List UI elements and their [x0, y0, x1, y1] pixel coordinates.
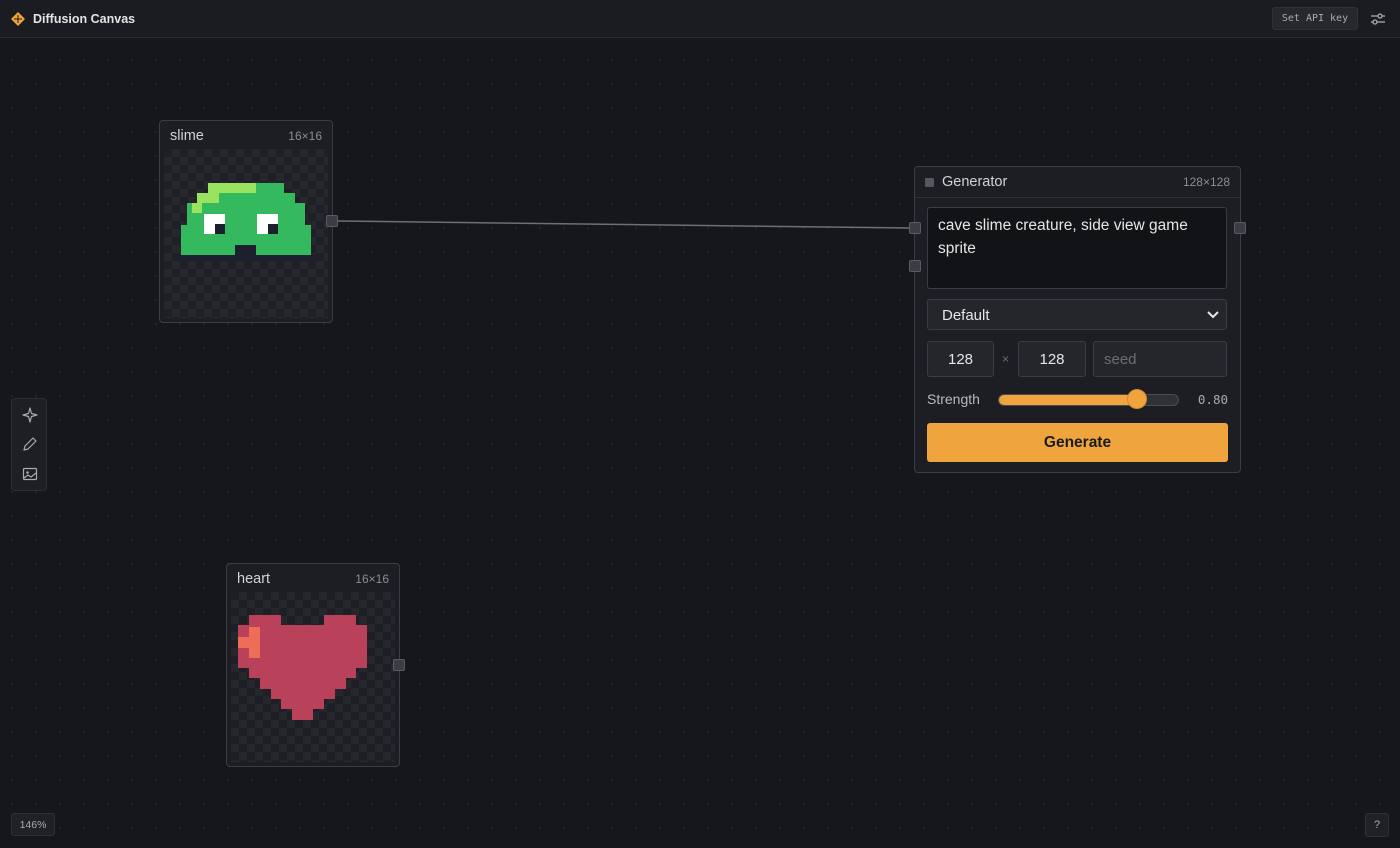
slime-sprite: [177, 183, 317, 261]
strength-slider-fill: [999, 395, 1144, 405]
image-input-port[interactable]: [909, 260, 921, 272]
node-type-icon: [925, 178, 934, 187]
node-size: 16×16: [288, 129, 322, 143]
sliders-icon[interactable]: [1369, 10, 1387, 28]
output-port[interactable]: [393, 659, 405, 671]
strength-slider[interactable]: [998, 394, 1179, 406]
model-select[interactable]: Default: [927, 299, 1227, 330]
node-size: 128×128: [1182, 175, 1230, 189]
seed-input[interactable]: seed: [1093, 341, 1227, 377]
width-input[interactable]: 128: [927, 341, 994, 377]
generator-node[interactable]: Generator 128×128 cave slime creature, s…: [914, 166, 1241, 473]
node-title: Generator: [942, 174, 1008, 190]
prompt-input-port[interactable]: [909, 222, 921, 234]
generate-button[interactable]: Generate: [927, 423, 1228, 462]
output-port[interactable]: [326, 215, 338, 227]
sparkle-icon[interactable]: [21, 406, 39, 424]
top-bar: Diffusion Canvas Set API key: [0, 0, 1400, 38]
heart-sprite: [238, 615, 367, 720]
help-button[interactable]: ?: [1365, 813, 1389, 837]
pencil-icon[interactable]: [21, 435, 39, 453]
sprite-canvas: [231, 592, 395, 762]
model-select-value: Default: [942, 307, 990, 324]
sprite-canvas: [164, 149, 328, 318]
node-size: 16×16: [355, 572, 389, 586]
strength-slider-thumb[interactable]: [1126, 389, 1147, 409]
zoom-level[interactable]: 146%: [11, 813, 55, 836]
app-title: Diffusion Canvas: [33, 12, 136, 26]
logo-icon: [11, 12, 25, 26]
times-symbol: ×: [1002, 352, 1010, 366]
strength-label: Strength: [927, 391, 980, 407]
sprite-node-slime[interactable]: slime 16×16: [159, 120, 333, 323]
sprite-node-heart[interactable]: heart 16×16: [226, 563, 400, 767]
divider: [915, 197, 1240, 198]
strength-value: 0.80: [1197, 392, 1228, 407]
chevron-down-icon: [1207, 311, 1219, 319]
node-title: heart: [237, 571, 271, 587]
node-title: slime: [170, 128, 204, 144]
image-icon[interactable]: [21, 465, 39, 483]
tool-palette: [11, 398, 47, 491]
set-api-key-button[interactable]: Set API key: [1272, 7, 1358, 30]
output-port[interactable]: [1234, 222, 1246, 234]
prompt-input[interactable]: cave slime creature, side view game spri…: [927, 207, 1227, 289]
height-input[interactable]: 128: [1018, 341, 1086, 377]
